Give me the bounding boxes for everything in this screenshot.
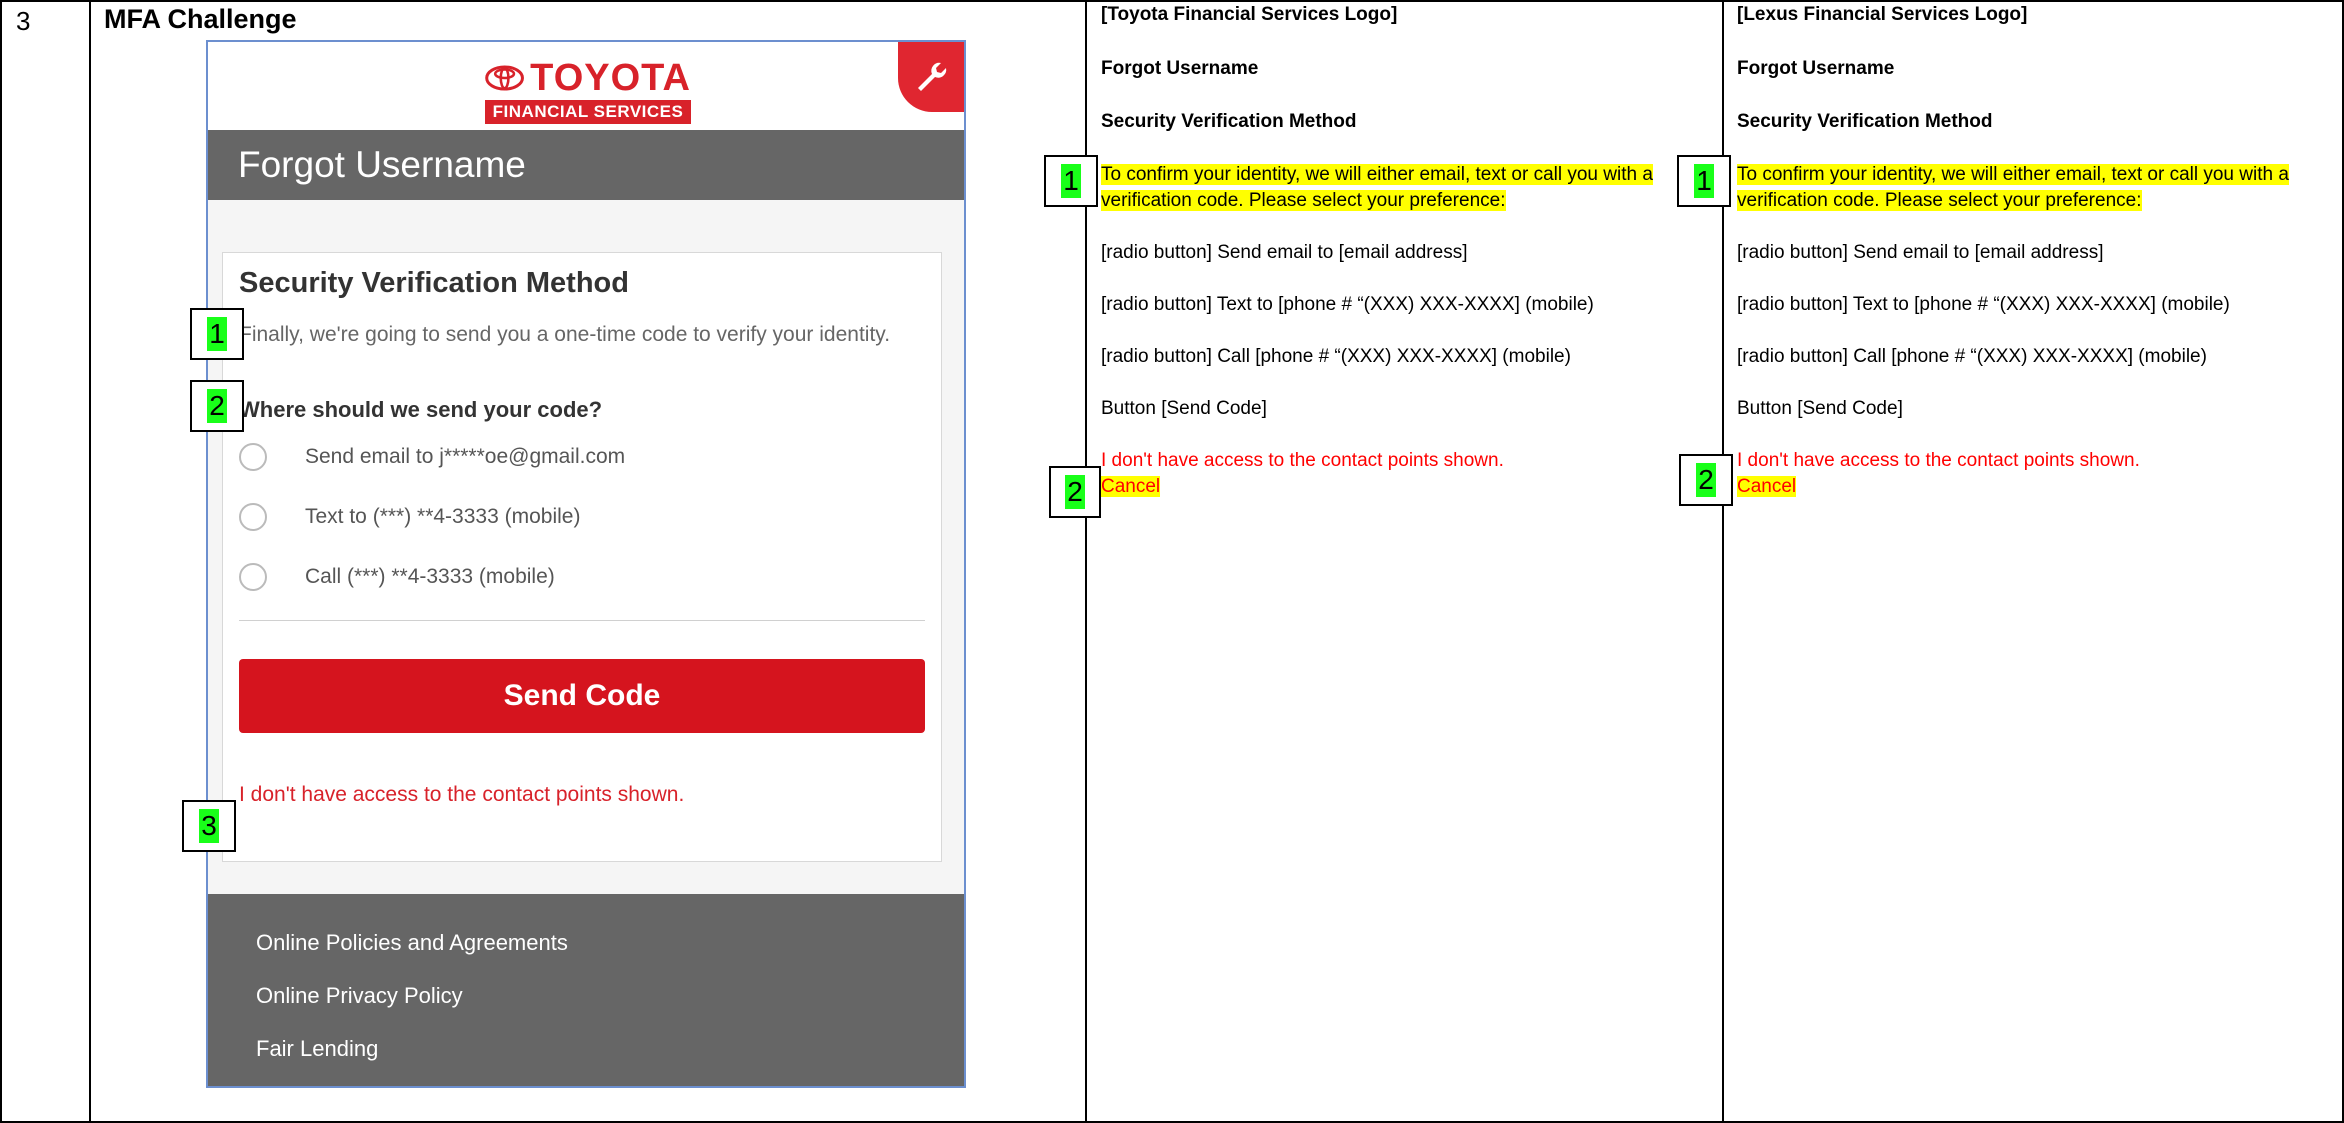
option-call[interactable]: Call (***) **4-3333 (mobile): [239, 563, 555, 591]
spec-heading: Security Verification Method: [1737, 111, 1993, 132]
mockup-header: TOYOTA FINANCIAL SERVICES: [208, 42, 964, 130]
verification-card: Security Verification Method Finally, we…: [222, 252, 942, 862]
spec-cancel: Cancel: [1101, 476, 1161, 497]
option-email[interactable]: Send email to j*****oe@gmail.com: [239, 443, 625, 471]
spec-radio-text: [radio button] Text to [phone # “(XXX) X…: [1101, 294, 1594, 315]
option-text[interactable]: Text to (***) **4-3333 (mobile): [239, 503, 580, 531]
radio-button[interactable]: [239, 443, 267, 471]
mockup-screen: TOYOTA FINANCIAL SERVICES Forgot Usernam…: [206, 40, 966, 1088]
logo-brand-text: TOYOTA: [530, 57, 691, 99]
card-description: Finally, we're going to send you a one-t…: [239, 323, 891, 346]
spec-button: Button [Send Code]: [1101, 398, 1267, 419]
radio-button[interactable]: [239, 563, 267, 591]
footer-link-privacy[interactable]: Online Privacy Policy: [256, 983, 463, 1009]
option-label: Send email to j*****oe@gmail.com: [305, 445, 626, 468]
toyota-emblem-icon: [485, 65, 524, 91]
spec-title: Forgot Username: [1737, 58, 1895, 79]
send-code-button[interactable]: Send Code: [239, 659, 925, 733]
table-border-top: [0, 0, 2344, 2]
spec-intro-line2: verification code. Please select your pr…: [1101, 190, 1506, 211]
divider: [239, 620, 925, 621]
column-divider: [89, 0, 91, 1123]
spec-intro-line1: To confirm your identity, we will either…: [1101, 164, 1653, 185]
spec-radio-email: [radio button] Send email to [email addr…: [1737, 242, 2104, 263]
logo-sub-text: FINANCIAL SERVICES: [485, 100, 691, 124]
spec-intro-line1: To confirm your identity, we will either…: [1737, 164, 2289, 185]
mockup-footer: Online Policies and Agreements Online Pr…: [208, 894, 964, 1086]
spec-table: 3 MFA Challenge TOYOTA FINANCIAL SERVICE…: [0, 0, 2344, 1123]
annotation-marker-2: 2: [1049, 466, 1101, 518]
spec-heading: Security Verification Method: [1101, 111, 1357, 132]
section-title: MFA Challenge: [104, 4, 297, 34]
annotation-marker-1: 1: [1677, 155, 1731, 207]
footer-link-fair-lending[interactable]: Fair Lending: [256, 1036, 378, 1062]
spec-cancel: Cancel: [1737, 476, 1797, 497]
card-title: Security Verification Method: [239, 267, 629, 299]
option-label: Text to (***) **4-3333 (mobile): [305, 505, 581, 528]
footer-link-policies[interactable]: Online Policies and Agreements: [256, 930, 568, 956]
wrench-icon[interactable]: [898, 42, 964, 112]
option-label: Call (***) **4-3333 (mobile): [305, 565, 555, 588]
spec-radio-email: [radio button] Send email to [email addr…: [1101, 242, 1468, 263]
spec-logo: [Toyota Financial Services Logo]: [1101, 4, 1398, 25]
no-access-link[interactable]: I don't have access to the contact point…: [239, 783, 684, 807]
toyota-financial-logo: TOYOTA FINANCIAL SERVICES: [485, 58, 691, 124]
spec-no-access: I don't have access to the contact point…: [1101, 450, 1504, 471]
table-border-left: [0, 0, 2, 1123]
card-question: Where should we send your code?: [239, 397, 603, 422]
annotation-marker-2: 2: [190, 380, 244, 432]
spec-logo: [Lexus Financial Services Logo]: [1737, 4, 2028, 25]
annotation-marker-1: 1: [190, 308, 244, 360]
spec-title: Forgot Username: [1101, 58, 1259, 79]
spec-intro-line2: verification code. Please select your pr…: [1737, 190, 2142, 211]
spec-radio-call: [radio button] Call [phone # “(XXX) XXX-…: [1101, 346, 1571, 367]
row-number: 3: [16, 6, 31, 36]
annotation-marker-3: 3: [182, 800, 236, 852]
page-title: Forgot Username: [208, 130, 964, 200]
annotation-marker-1: 1: [1044, 155, 1098, 207]
spec-radio-call: [radio button] Call [phone # “(XXX) XXX-…: [1737, 346, 2207, 367]
annotation-marker-2: 2: [1679, 454, 1733, 506]
radio-button[interactable]: [239, 503, 267, 531]
spec-no-access: I don't have access to the contact point…: [1737, 450, 2140, 471]
spec-button: Button [Send Code]: [1737, 398, 1903, 419]
spec-radio-text: [radio button] Text to [phone # “(XXX) X…: [1737, 294, 2230, 315]
